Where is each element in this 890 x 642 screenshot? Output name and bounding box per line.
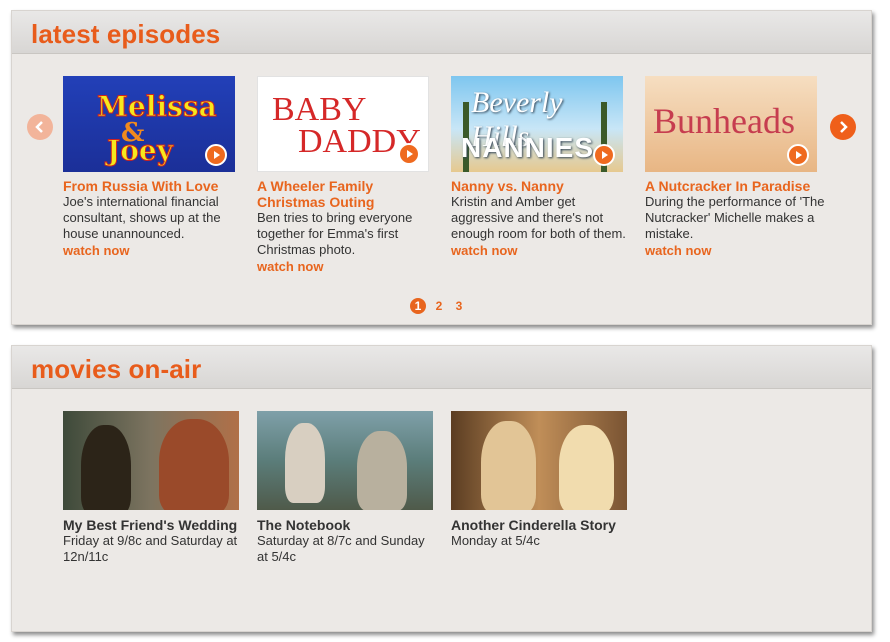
episode-thumbnail[interactable]: BABY DADDY: [257, 76, 429, 172]
episode-description: Joe's international financial consultant…: [63, 194, 221, 241]
panel-title: latest episodes: [31, 19, 221, 49]
pagination: 1 2 3: [410, 298, 466, 314]
episode-title-link[interactable]: From Russia With Love: [63, 178, 243, 194]
movie-schedule: Saturday at 8/7c and Sunday at 5/4c: [257, 533, 425, 564]
chevron-right-icon: [840, 121, 848, 133]
movie-thumbnail[interactable]: [257, 411, 433, 510]
episode-title-link[interactable]: Nanny vs. Nanny: [451, 178, 631, 194]
play-icon[interactable]: [593, 144, 615, 166]
page-link[interactable]: 3: [452, 298, 466, 314]
play-icon[interactable]: [398, 143, 420, 165]
movie-title-link[interactable]: My Best Friend's Wedding: [63, 517, 241, 533]
show-logo-text: NANNIES: [461, 132, 595, 163]
show-logo-text: Bunheads: [653, 101, 795, 141]
movie-card: The Notebook Saturday at 8/7c and Sunday…: [257, 411, 435, 565]
page-link[interactable]: 2: [432, 298, 446, 314]
movies-on-air-panel: movies on-air My Best Friend's Wedding F…: [11, 345, 872, 632]
panel-title: movies on-air: [31, 354, 202, 384]
show-logo-text: Joey: [106, 134, 174, 168]
person-silhouette: [81, 425, 131, 510]
movie-card: Another Cinderella Story Monday at 5/4c: [451, 411, 629, 549]
movie-schedule: Monday at 5/4c: [451, 533, 540, 548]
episode-card: Beverly Hills NANNIES Nanny vs. Nanny Kr…: [451, 76, 631, 259]
carousel-prev-button[interactable]: [27, 114, 53, 140]
episode-title-link[interactable]: A Nutcracker In Paradise: [645, 178, 825, 194]
episode-description: Kristin and Amber get aggressive and the…: [451, 194, 626, 241]
person-silhouette: [357, 431, 407, 510]
movie-thumbnail[interactable]: [63, 411, 239, 510]
episode-card: Melissa & Joey From Russia With Love Joe…: [63, 76, 243, 259]
episode-card: Bunheads A Nutcracker In Paradise During…: [645, 76, 825, 259]
movie-schedule: Friday at 9/8c and Saturday at 12n/11c: [63, 533, 238, 564]
page-link-current[interactable]: 1: [410, 298, 426, 314]
episode-description: Ben tries to bring everyone together for…: [257, 210, 413, 257]
person-silhouette: [481, 421, 536, 510]
episode-title-link[interactable]: A Wheeler Family Christmas Outing: [257, 178, 437, 210]
watch-now-link[interactable]: watch now: [63, 242, 243, 259]
watch-now-link[interactable]: watch now: [257, 258, 437, 275]
person-silhouette: [559, 425, 614, 510]
watch-now-link[interactable]: watch now: [645, 242, 825, 259]
movie-card: My Best Friend's Wedding Friday at 9/8c …: [63, 411, 241, 565]
movie-thumbnail[interactable]: [451, 411, 627, 510]
panel-header: latest episodes: [12, 11, 871, 54]
movie-title-link[interactable]: The Notebook: [257, 517, 435, 533]
episode-thumbnail[interactable]: Melissa & Joey: [63, 76, 235, 172]
episode-description: During the performance of 'The Nutcracke…: [645, 194, 825, 241]
watch-now-link[interactable]: watch now: [451, 242, 631, 259]
play-icon[interactable]: [787, 144, 809, 166]
episode-thumbnail[interactable]: Bunheads: [645, 76, 817, 172]
episode-card: BABY DADDY A Wheeler Family Christmas Ou…: [257, 76, 437, 275]
episode-thumbnail[interactable]: Beverly Hills NANNIES: [451, 76, 623, 172]
panel-header: movies on-air: [12, 346, 871, 389]
show-logo-text: Melissa: [97, 90, 218, 124]
play-icon[interactable]: [205, 144, 227, 166]
person-silhouette: [285, 423, 325, 503]
person-silhouette: [159, 419, 229, 510]
movie-title-link[interactable]: Another Cinderella Story: [451, 517, 629, 533]
latest-episodes-panel: latest episodes Melissa & Joey From Russ…: [11, 10, 872, 325]
carousel-next-button[interactable]: [830, 114, 856, 140]
chevron-left-icon: [35, 121, 43, 133]
